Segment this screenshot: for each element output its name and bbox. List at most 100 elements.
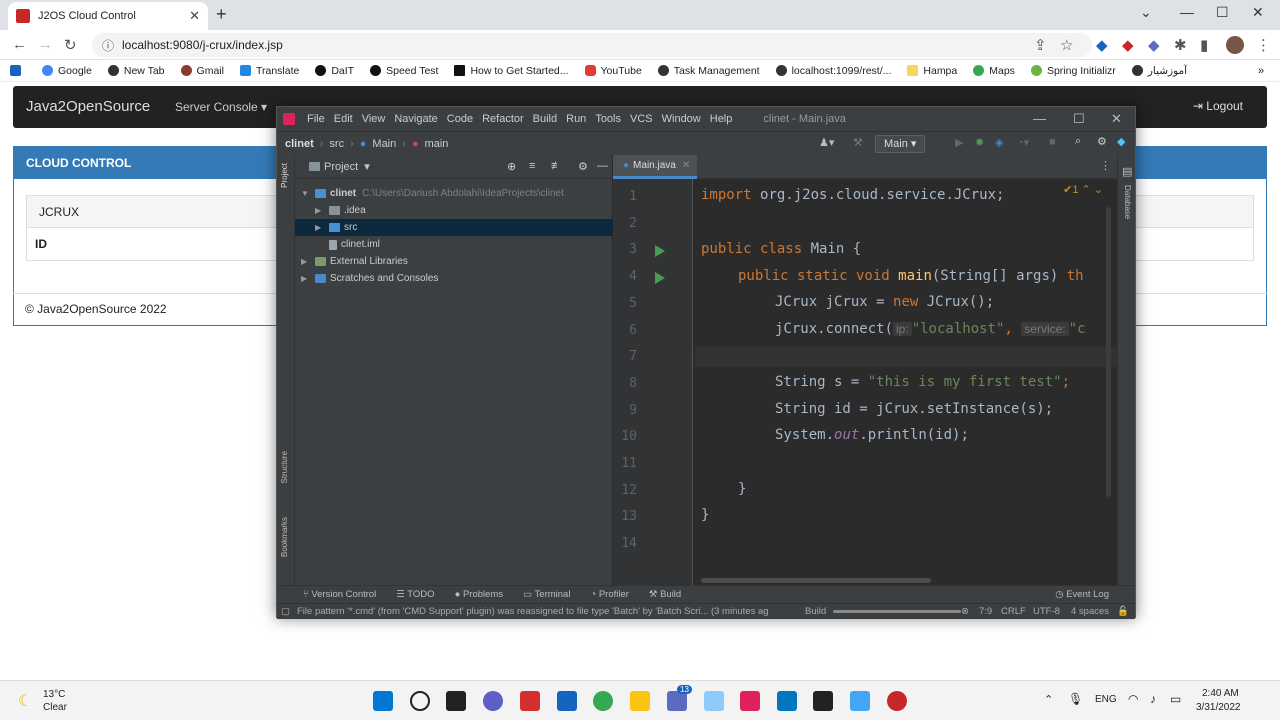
chevron-down-icon[interactable]: ▾ <box>364 160 370 173</box>
reload-icon[interactable]: ↻ <box>64 36 77 54</box>
teams-icon[interactable]: 13 <box>667 685 692 711</box>
project-view-select[interactable]: Project <box>324 161 358 173</box>
sidepanel-icon[interactable]: ▮ <box>1200 36 1208 54</box>
bookmark-getstarted[interactable]: How to Get Started... <box>454 65 569 77</box>
menu-view[interactable]: View <box>362 113 386 125</box>
close-tab-icon[interactable]: ✕ <box>682 160 690 171</box>
hammer-icon[interactable]: ⚒ <box>853 136 863 149</box>
database-icon[interactable]: ▤ <box>1122 165 1132 178</box>
chat-icon[interactable] <box>483 691 503 711</box>
recorder-icon[interactable] <box>887 691 907 711</box>
editor-tab-main-java[interactable]: ● Main.java ✕ <box>613 155 697 179</box>
tool-terminal[interactable]: ▭ Terminal <box>523 589 570 600</box>
windows-start-icon[interactable] <box>373 691 393 711</box>
chevron-down-icon[interactable]: ⌄ <box>1140 4 1152 21</box>
close-window-button[interactable]: ✕ <box>1252 4 1264 21</box>
app-icon[interactable] <box>520 691 540 711</box>
menu-navigate[interactable]: Navigate <box>394 113 437 125</box>
menu-file[interactable]: File <box>307 113 325 125</box>
photos-icon[interactable] <box>704 691 724 711</box>
crumb-project[interactable]: clinet <box>285 138 314 150</box>
bookmark-translate[interactable]: Translate <box>239 65 299 77</box>
kebab-menu-icon[interactable]: ⋮ <box>1256 36 1271 54</box>
language-indicator[interactable]: ENG <box>1095 694 1117 705</box>
ide-close-button[interactable]: ✕ <box>1111 111 1122 127</box>
crumb-src[interactable]: src <box>329 138 344 150</box>
file-explorer-icon[interactable] <box>630 691 650 711</box>
crumb-main-method[interactable]: main <box>425 138 449 150</box>
ide-maximize-button[interactable]: ☐ <box>1073 111 1085 127</box>
chevron-right-icon[interactable]: » <box>1258 65 1264 77</box>
notepad-icon[interactable] <box>777 691 797 711</box>
collapse-all-icon[interactable]: ≢ <box>551 160 562 172</box>
weather-icon[interactable]: ☾ <box>18 691 32 711</box>
weather-condition[interactable]: Clear <box>43 702 67 713</box>
coverage-icon[interactable]: ◈ <box>995 136 1003 149</box>
tree-item-idea[interactable]: ▶ .idea <box>295 202 613 219</box>
lock-icon[interactable]: 🔓 <box>1117 606 1129 617</box>
profile-icon[interactable]: ◔▾ <box>1017 136 1029 149</box>
run-gutter-icon[interactable] <box>655 272 665 285</box>
wifi-icon[interactable]: ◠ <box>1128 692 1138 706</box>
menu-window[interactable]: Window <box>662 113 701 125</box>
tool-todo[interactable]: ☰ TODO <box>396 589 434 600</box>
clock-time[interactable]: 2:40 AM <box>1202 688 1239 699</box>
volume-icon[interactable]: ♪ <box>1150 692 1156 706</box>
bookmark-localhost[interactable]: localhost:1099/rest/... <box>775 65 891 77</box>
jetbrains-icon[interactable]: ◆ <box>1117 135 1125 148</box>
tool-problems[interactable]: ● Problems <box>455 589 504 600</box>
weather-temp[interactable]: 13°C <box>43 689 65 700</box>
share-icon[interactable]: ⇪ <box>1034 36 1047 54</box>
tool-build[interactable]: ⚒ Build <box>649 589 681 600</box>
menu-help[interactable]: Help <box>710 113 733 125</box>
bookmark-apps[interactable] <box>10 65 26 76</box>
close-tab-icon[interactable]: ✕ <box>189 8 200 24</box>
bookmark-persian[interactable]: آموزشیار <box>1131 65 1187 77</box>
terminal-icon[interactable] <box>813 691 833 711</box>
task-view-icon[interactable] <box>446 691 466 711</box>
site-brand[interactable]: Java2OpenSource <box>26 98 150 115</box>
intellij-icon[interactable] <box>740 691 760 711</box>
crumb-main-class[interactable]: Main <box>372 138 396 150</box>
line-separator[interactable]: CRLF <box>1001 606 1026 617</box>
code-editor[interactable]: ✔1 ⌃ ⌄ import org.j2os.cloud.service.JCr… <box>695 179 1117 585</box>
nav-server-console[interactable]: Server Console ▾ <box>175 100 267 114</box>
puzzle-icon[interactable]: ✱ <box>1174 36 1187 54</box>
info-icon[interactable]: ⓘ <box>102 37 114 54</box>
extension-icon[interactable]: ◆ <box>1122 36 1134 54</box>
tool-profiler[interactable]: ◔ Profiler <box>590 589 628 600</box>
microphone-icon[interactable]: 🎙 <box>1068 692 1083 706</box>
tree-item-external-libraries[interactable]: ▶ External Libraries <box>295 253 613 270</box>
tree-item-iml[interactable]: clinet.iml <box>295 236 613 253</box>
side-tab-project[interactable]: Project <box>280 163 289 188</box>
bookmark-newtab[interactable]: New Tab <box>107 65 165 77</box>
extension-icon[interactable]: ◆ <box>1148 36 1160 54</box>
new-tab-button[interactable]: + <box>216 4 227 25</box>
bookmark-youtube[interactable]: YouTube <box>584 65 642 77</box>
side-tab-structure[interactable]: Structure <box>280 451 289 483</box>
warning-icon[interactable]: ✔1 ⌃ ⌄ <box>1063 183 1103 196</box>
tree-item-scratches[interactable]: ▶ Scratches and Consoles <box>295 270 613 287</box>
tree-item-project-root[interactable]: ▼ clinet C:\Users\Dariush Abdolahi\IdeaP… <box>295 185 613 202</box>
menu-code[interactable]: Code <box>447 113 473 125</box>
menu-build[interactable]: Build <box>533 113 557 125</box>
bookmark-maps[interactable]: Maps <box>973 65 1015 77</box>
expand-all-icon[interactable]: ≡ <box>529 160 535 172</box>
kebab-menu-icon[interactable]: ⋮ <box>1100 159 1111 172</box>
logout-link[interactable]: ⇥ Logout <box>1193 99 1243 113</box>
bookmark-hampa[interactable]: Hampa <box>907 65 957 77</box>
caret-position[interactable]: 7:9 <box>979 606 992 617</box>
browser-tab[interactable]: J2OS Cloud Control ✕ <box>8 2 208 30</box>
bookmark-google[interactable]: Google <box>42 65 92 77</box>
vertical-scrollbar[interactable] <box>1106 207 1111 497</box>
side-tab-database[interactable]: Database <box>1123 185 1132 219</box>
gear-icon[interactable]: ⚙ <box>1097 135 1107 148</box>
minimize-button[interactable]: — <box>1180 4 1194 20</box>
address-bar[interactable]: ⓘ localhost:9080/j-crux/index.jsp <box>92 33 1092 57</box>
bookmark-speedtest[interactable]: Speed Test <box>370 65 438 77</box>
file-encoding[interactable]: UTF-8 <box>1033 606 1060 617</box>
hide-panel-icon[interactable]: — <box>597 160 608 172</box>
star-icon[interactable]: ☆ <box>1060 36 1073 54</box>
image-viewer-icon[interactable] <box>850 691 870 711</box>
cancel-icon[interactable]: ⊗ <box>961 606 969 617</box>
